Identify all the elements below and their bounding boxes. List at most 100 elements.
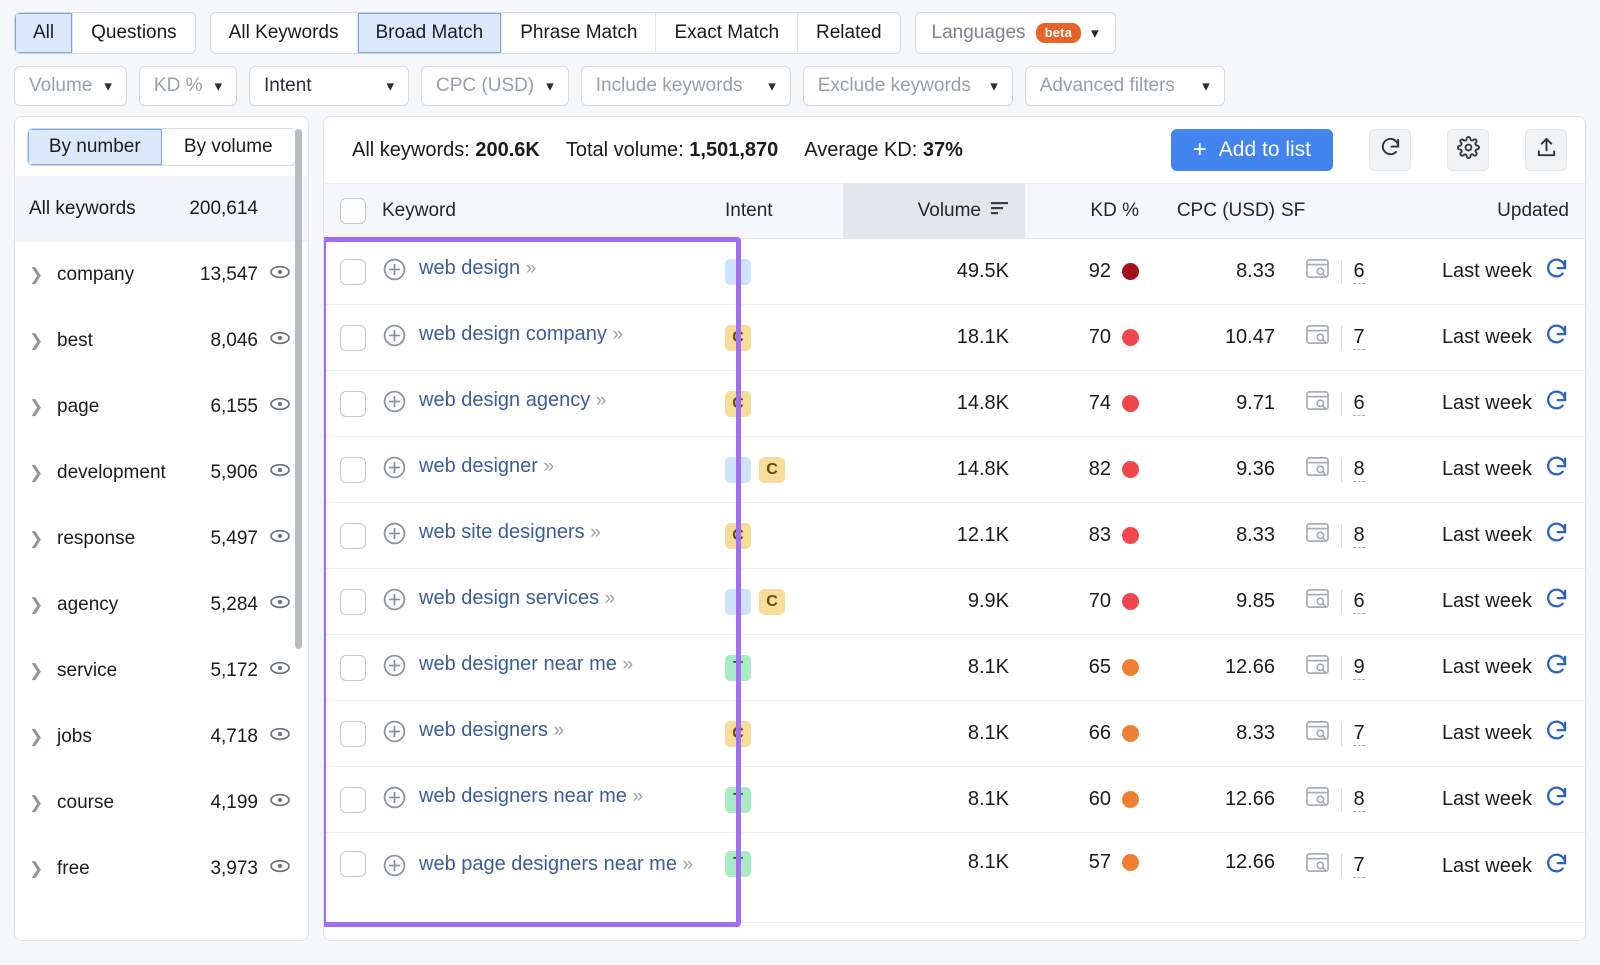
eye-icon[interactable] <box>258 392 292 422</box>
plus-circle-icon[interactable] <box>382 389 407 420</box>
table-row[interactable]: web site designers » C 12.1K 83 8.33 8 Last we… <box>324 503 1585 569</box>
sidebar-item-response[interactable]: ❯ response 5,497 <box>15 506 308 572</box>
keyword-link[interactable]: web designer » <box>419 453 555 480</box>
header-kd[interactable]: KD % <box>1025 200 1153 222</box>
eye-icon[interactable] <box>258 722 292 752</box>
sf-count[interactable]: 7 <box>1353 325 1365 350</box>
expand-chevrons-icon[interactable]: » <box>544 456 555 477</box>
refresh-icon[interactable] <box>1544 388 1569 419</box>
row-checkbox[interactable] <box>340 851 366 877</box>
expand-chevrons-icon[interactable]: » <box>554 720 565 741</box>
row-checkbox[interactable] <box>340 720 366 747</box>
row-checkbox[interactable] <box>340 390 366 417</box>
sidebar-item-company[interactable]: ❯ company 13,547 <box>15 242 308 308</box>
intent-badge-I[interactable]: I <box>725 588 751 615</box>
serp-preview-icon[interactable] <box>1305 389 1330 418</box>
table-row[interactable]: web design agency » C 14.8K 74 9.71 6 Last wee… <box>324 371 1585 437</box>
sf-count[interactable]: 8 <box>1353 523 1365 548</box>
intent-badge-C[interactable]: C <box>725 720 751 747</box>
table-row[interactable]: web designers » C 8.1K 66 8.33 7 Last week <box>324 701 1585 767</box>
tab-broad-match[interactable]: Broad Match <box>357 13 503 53</box>
sidebar-item-development[interactable]: ❯ development 5,906 <box>15 440 308 506</box>
refresh-icon[interactable] <box>1544 322 1569 353</box>
settings-button[interactable] <box>1447 129 1489 171</box>
intent-badge-I[interactable]: I <box>725 456 751 483</box>
languages-dropdown[interactable]: Languages beta <box>914 12 1116 54</box>
serp-preview-icon[interactable] <box>1305 653 1330 682</box>
row-checkbox[interactable] <box>340 456 366 483</box>
filter-kd[interactable]: KD % <box>138 66 238 106</box>
eye-icon[interactable] <box>258 656 292 686</box>
expand-chevrons-icon[interactable]: » <box>612 324 623 345</box>
filter-intent[interactable]: Intent <box>249 66 410 106</box>
refresh-icon[interactable] <box>1544 652 1569 683</box>
add-to-list-button[interactable]: + Add to list <box>1170 129 1333 171</box>
refresh-button[interactable] <box>1369 129 1411 171</box>
sidebar-item-page[interactable]: ❯ page 6,155 <box>15 374 308 440</box>
keyword-link[interactable]: web designer near me » <box>419 651 633 678</box>
tab-all-keywords[interactable]: All Keywords <box>210 13 358 53</box>
plus-circle-icon[interactable] <box>382 455 407 486</box>
keyword-link[interactable]: web design agency » <box>419 387 607 414</box>
eye-icon[interactable] <box>258 326 292 356</box>
table-row[interactable]: web designer » I C 14.8K 82 9.36 8 Last week <box>324 437 1585 503</box>
serp-preview-icon[interactable] <box>1305 851 1330 880</box>
plus-circle-icon[interactable] <box>382 785 407 816</box>
sidebar-item-all-keywords[interactable]: All keywords 200,614 <box>15 176 308 242</box>
eye-icon[interactable] <box>258 590 292 620</box>
sidebar-item-course[interactable]: ❯ course 4,199 <box>15 770 308 836</box>
refresh-icon[interactable] <box>1544 851 1569 882</box>
sf-count[interactable]: 7 <box>1353 721 1365 746</box>
sidebar-item-best[interactable]: ❯ best 8,046 <box>15 308 308 374</box>
eye-icon[interactable] <box>258 788 292 818</box>
expand-chevrons-icon[interactable]: » <box>596 390 607 411</box>
intent-badge-C[interactable]: C <box>725 390 751 417</box>
toggle-by-number[interactable]: By number <box>28 129 162 165</box>
filter-advanced[interactable]: Advanced filters <box>1024 66 1225 106</box>
filter-include-keywords[interactable]: Include keywords <box>580 66 791 106</box>
serp-preview-icon[interactable] <box>1305 719 1330 748</box>
sidebar-item-service[interactable]: ❯ service 5,172 <box>15 638 308 704</box>
table-row[interactable]: web design » I 49.5K 92 8.33 6 Last week <box>324 239 1585 305</box>
keyword-link[interactable]: web design » <box>419 255 536 282</box>
tab-exact-match[interactable]: Exact Match <box>656 13 799 53</box>
serp-preview-icon[interactable] <box>1305 521 1330 550</box>
sf-count[interactable]: 8 <box>1353 457 1365 482</box>
sidebar-item-free[interactable]: ❯ free 3,973 <box>15 836 308 902</box>
plus-circle-icon[interactable] <box>382 257 407 288</box>
plus-circle-icon[interactable] <box>382 587 407 618</box>
intent-badge-C[interactable]: C <box>759 588 785 615</box>
keyword-link[interactable]: web design services » <box>419 585 615 612</box>
filter-cpc[interactable]: CPC (USD) <box>421 66 569 106</box>
export-button[interactable] <box>1525 129 1567 171</box>
intent-badge-T[interactable]: T <box>725 786 751 813</box>
chevron-right-icon[interactable]: ❯ <box>29 529 49 549</box>
sf-count[interactable]: 8 <box>1353 787 1365 812</box>
chevron-right-icon[interactable]: ❯ <box>29 859 49 879</box>
chevron-right-icon[interactable]: ❯ <box>29 727 49 747</box>
row-checkbox[interactable] <box>340 522 366 549</box>
keyword-link[interactable]: web site designers » <box>419 519 601 546</box>
serp-preview-icon[interactable] <box>1305 455 1330 484</box>
select-all-checkbox[interactable] <box>340 198 366 224</box>
header-sf[interactable]: SF <box>1275 200 1395 222</box>
row-checkbox[interactable] <box>340 654 366 681</box>
keyword-link[interactable]: web designers near me » <box>419 783 643 810</box>
sf-count[interactable]: 6 <box>1353 589 1365 614</box>
refresh-icon[interactable] <box>1544 256 1569 287</box>
chevron-right-icon[interactable]: ❯ <box>29 397 49 417</box>
table-row[interactable]: web designer near me » T 8.1K 65 12.66 9 Last … <box>324 635 1585 701</box>
intent-badge-T[interactable]: T <box>725 654 751 681</box>
sf-count[interactable]: 6 <box>1353 391 1365 416</box>
chevron-right-icon[interactable]: ❯ <box>29 265 49 285</box>
chevron-right-icon[interactable]: ❯ <box>29 595 49 615</box>
refresh-icon[interactable] <box>1544 454 1569 485</box>
row-checkbox[interactable] <box>340 786 366 813</box>
intent-badge-C[interactable]: C <box>725 324 751 351</box>
header-cpc[interactable]: CPC (USD) <box>1153 200 1275 222</box>
chevron-right-icon[interactable]: ❯ <box>29 463 49 483</box>
header-intent[interactable]: Intent <box>725 200 843 222</box>
tab-related[interactable]: Related <box>798 13 900 53</box>
serp-preview-icon[interactable] <box>1305 587 1330 616</box>
eye-icon[interactable] <box>258 260 292 290</box>
